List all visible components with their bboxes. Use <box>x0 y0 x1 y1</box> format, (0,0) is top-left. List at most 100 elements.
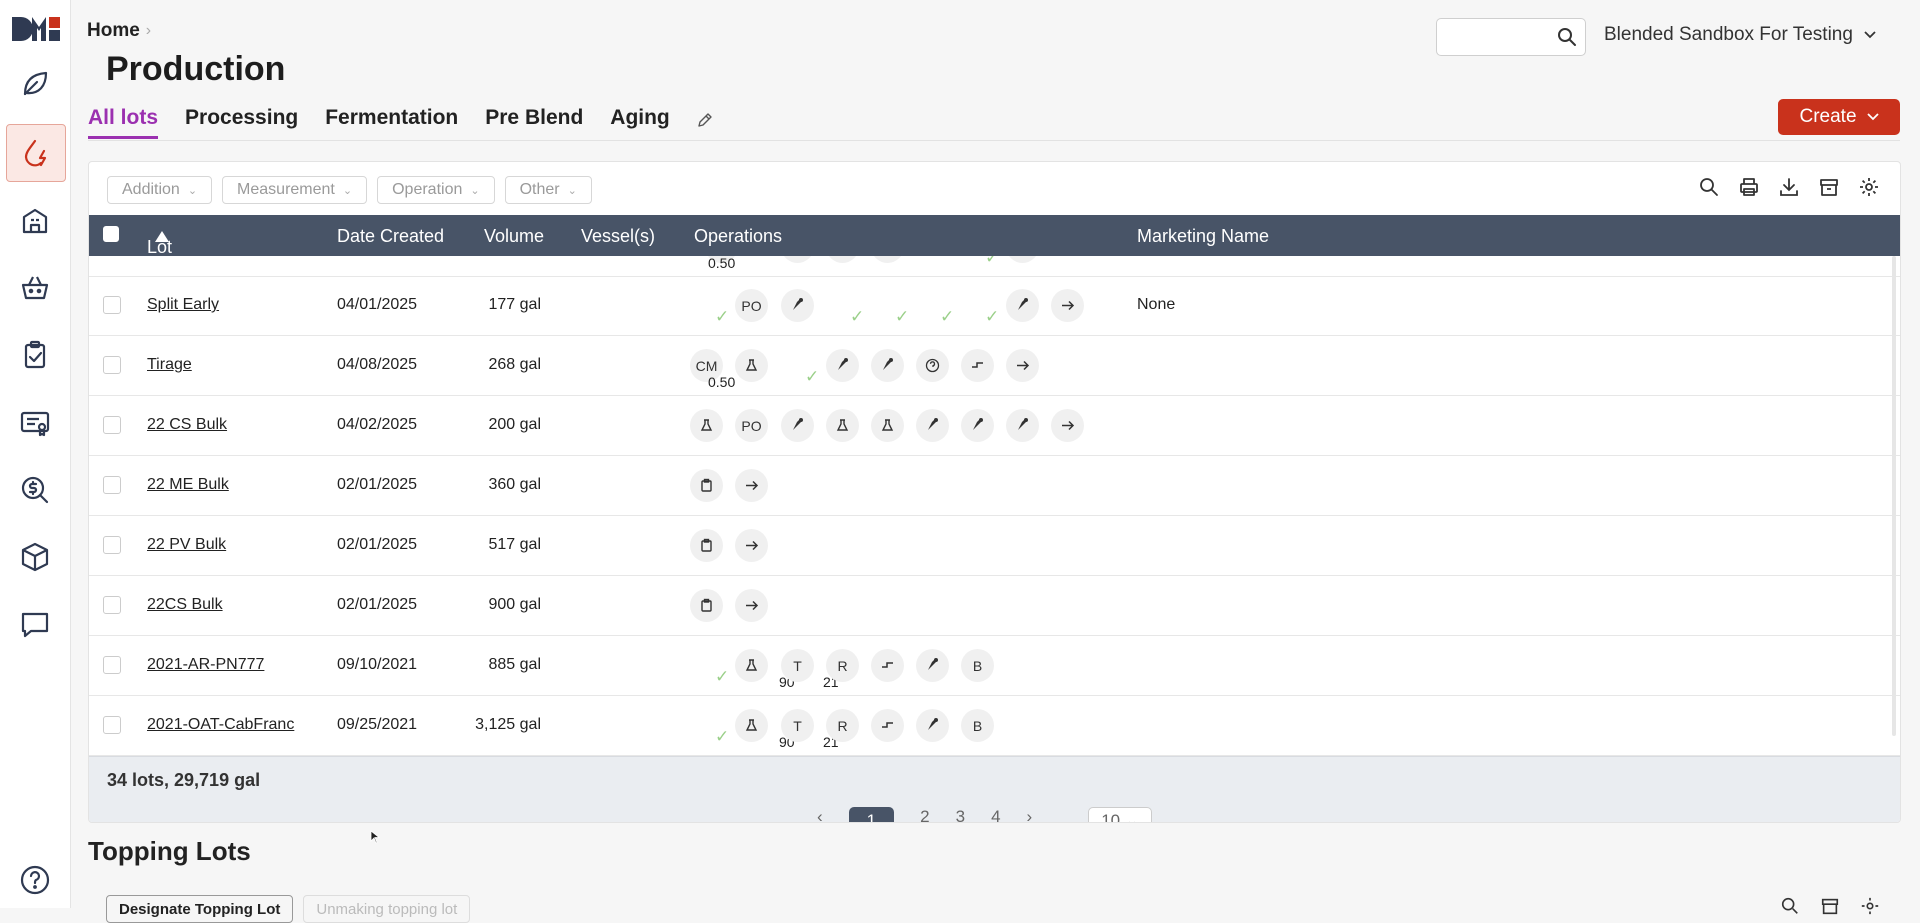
prev-page-button[interactable]: ‹ <box>817 807 823 822</box>
nav-production[interactable] <box>6 124 66 182</box>
page-size-select[interactable]: 10 ⌄ <box>1088 807 1153 822</box>
nav-leaf[interactable] <box>6 56 64 112</box>
lot-name-link[interactable]: 22CS Bulk <box>147 596 223 614</box>
op-badge[interactable] <box>916 349 949 382</box>
next-page-button[interactable]: › <box>1027 807 1033 822</box>
tab-fermentation[interactable]: Fermentation <box>325 106 458 139</box>
lot-name-link[interactable]: 22 PV Bulk <box>147 536 226 554</box>
tab-pre-blend[interactable]: Pre Blend <box>485 106 583 139</box>
page-2-button[interactable]: 2 <box>920 807 929 822</box>
op-badge[interactable] <box>690 409 723 442</box>
op-badge[interactable] <box>916 649 949 682</box>
col-vessels[interactable]: Vessel(s) <box>581 226 655 247</box>
op-badge[interactable] <box>871 409 904 442</box>
lot-name-link[interactable]: Tirage <box>147 356 192 374</box>
nav-inventory[interactable] <box>6 529 64 585</box>
op-badge[interactable] <box>961 349 994 382</box>
op-badge[interactable] <box>690 589 723 622</box>
op-badge[interactable] <box>1006 349 1039 382</box>
create-button[interactable]: Create <box>1778 99 1900 135</box>
row-checkbox[interactable] <box>103 416 121 434</box>
col-date-created[interactable]: Date Created <box>337 226 444 247</box>
op-badge[interactable] <box>735 529 768 562</box>
row-checkbox[interactable] <box>103 536 121 554</box>
col-operations[interactable]: Operations <box>694 226 782 247</box>
table-row[interactable]: Split Early 04/01/2025 177 gal ✓ PO ✓ ✓ … <box>89 276 1900 336</box>
table-row[interactable]: 2021-AR-PN777 09/10/2021 885 gal ✓ 90 T … <box>89 636 1900 696</box>
op-badge-t[interactable]: T <box>781 649 814 682</box>
select-all-checkbox[interactable] <box>103 226 119 242</box>
op-badge[interactable] <box>735 469 768 502</box>
table-scrollbar[interactable] <box>1892 256 1896 736</box>
table-row[interactable]: 22 ME Bulk 02/01/2025 360 gal <box>89 456 1900 516</box>
op-badge[interactable] <box>690 529 723 562</box>
print-icon[interactable] <box>1738 176 1760 198</box>
op-badge[interactable] <box>781 409 814 442</box>
row-checkbox[interactable] <box>103 476 121 494</box>
col-volume[interactable]: Volume <box>484 226 544 247</box>
op-badge[interactable] <box>916 709 949 742</box>
gear-icon[interactable] <box>1860 896 1880 916</box>
filter-addition[interactable]: Addition ⌄ <box>107 176 213 204</box>
op-badge[interactable] <box>826 349 859 382</box>
lot-name-link[interactable]: 2021-AR-PN777 <box>147 656 264 674</box>
op-badge[interactable] <box>871 649 904 682</box>
op-badge-r[interactable]: R <box>826 709 859 742</box>
row-checkbox[interactable] <box>103 356 121 374</box>
op-badge[interactable] <box>871 256 904 263</box>
table-row[interactable]: 22 PV Bulk 02/01/2025 517 gal <box>89 516 1900 576</box>
op-badge-t[interactable]: T <box>781 709 814 742</box>
pencil-icon[interactable] <box>697 112 713 128</box>
breadcrumb-home[interactable]: Home <box>87 20 140 42</box>
op-badge-b[interactable]: B <box>961 709 994 742</box>
tab-aging[interactable]: Aging <box>610 106 669 139</box>
op-badge[interactable] <box>826 256 859 263</box>
gear-icon[interactable] <box>1858 176 1880 198</box>
nav-shop[interactable] <box>6 260 64 316</box>
page-3-button[interactable]: 3 <box>956 807 965 822</box>
page-4-button[interactable]: 4 <box>991 807 1000 822</box>
op-badge-r[interactable]: R <box>826 649 859 682</box>
op-badge-b[interactable]: B <box>961 649 994 682</box>
row-checkbox[interactable] <box>103 716 121 734</box>
filter-measurement[interactable]: Measurement ⌄ <box>222 176 368 204</box>
op-badge[interactable] <box>735 349 768 382</box>
tab-all-lots[interactable]: All lots <box>88 106 159 139</box>
row-checkbox[interactable] <box>103 296 121 314</box>
op-badge[interactable] <box>916 409 949 442</box>
table-row[interactable]: 2021-OAT-CabFranc 09/25/2021 3,125 gal ✓… <box>89 696 1900 756</box>
nav-help[interactable] <box>6 852 64 908</box>
archive-icon[interactable] <box>1820 896 1840 916</box>
org-selector[interactable]: Blended Sandbox For Testing <box>1604 24 1877 46</box>
lot-name-link[interactable]: Split Early <box>147 296 219 314</box>
table-row[interactable]: 22CS Bulk 02/01/2025 900 gal <box>89 576 1900 636</box>
table-row[interactable]: 0.50 ✓ <box>89 256 1900 277</box>
global-search-input[interactable] <box>1436 18 1586 56</box>
download-icon[interactable] <box>1778 176 1800 198</box>
archive-icon[interactable] <box>1818 176 1840 198</box>
op-badge-po[interactable]: PO <box>735 409 768 442</box>
unmake-topping-lot-button[interactable]: Unmaking topping lot <box>303 895 471 923</box>
designate-topping-lot-button[interactable]: Designate Topping Lot <box>106 895 294 923</box>
op-badge[interactable] <box>1051 289 1084 322</box>
op-badge[interactable] <box>1006 256 1039 263</box>
row-checkbox[interactable] <box>103 656 121 674</box>
op-badge[interactable] <box>826 409 859 442</box>
row-checkbox[interactable] <box>103 596 121 614</box>
nav-finance[interactable] <box>6 462 64 518</box>
op-badge[interactable] <box>781 289 814 322</box>
op-badge[interactable] <box>735 589 768 622</box>
op-badge[interactable] <box>781 256 814 263</box>
op-badge[interactable] <box>871 709 904 742</box>
lot-name-link[interactable]: 2021-OAT-CabFranc <box>147 716 294 734</box>
search-icon[interactable] <box>1698 176 1720 198</box>
nav-compliance[interactable] <box>6 395 64 451</box>
op-badge[interactable] <box>1006 409 1039 442</box>
col-lot-name[interactable]: Lot Name <box>147 226 195 278</box>
tab-processing[interactable]: Processing <box>185 106 298 139</box>
op-badge[interactable] <box>690 469 723 502</box>
nav-messages[interactable] <box>6 597 64 653</box>
search-icon[interactable] <box>1780 896 1800 916</box>
filter-operation[interactable]: Operation ⌄ <box>377 176 495 204</box>
op-badge[interactable] <box>1006 289 1039 322</box>
